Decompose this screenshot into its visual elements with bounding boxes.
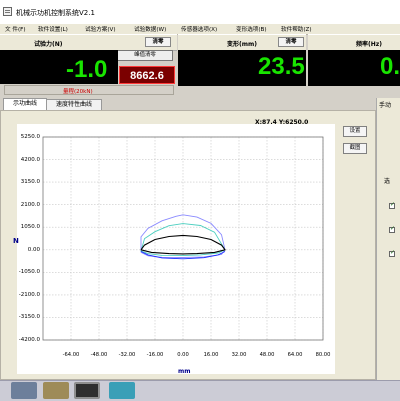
- channel-checkbox[interactable]: [389, 201, 395, 209]
- y-tick-label: 0.00: [27, 246, 40, 253]
- deform-clear-button[interactable]: 清零: [278, 37, 304, 47]
- menu-test-data[interactable]: 试验数据(W): [134, 25, 166, 33]
- tab-speed-curve[interactable]: 速度特性曲线: [46, 99, 102, 110]
- freq-value: 0.: [380, 53, 400, 80]
- force-value: -1.0: [66, 56, 108, 83]
- menu-file[interactable]: 文 件(F): [5, 25, 26, 33]
- x-tick-label: 16.00: [203, 352, 219, 358]
- taskbar-app-icon[interactable]: [74, 382, 100, 399]
- start-button[interactable]: [11, 382, 37, 399]
- deform-panel-header: 变形(mm) 清零: [178, 34, 306, 51]
- range-note-bar: 量程(20kN): [4, 85, 174, 95]
- range-note: 量程(20kN): [63, 89, 93, 95]
- menu-help[interactable]: 软件帮助(Z): [281, 25, 312, 33]
- x-tick-label: 32.00: [231, 352, 247, 358]
- indicator-chart: [42, 136, 324, 341]
- x-tick-label: -48.00: [90, 352, 108, 358]
- menu-software-settings[interactable]: 软件设置(L): [38, 25, 68, 33]
- y-axis-unit: N: [13, 237, 19, 245]
- window-title: 机械示功机控制系统V2.1: [16, 9, 95, 17]
- y-tick-label: 4200.0: [20, 156, 40, 163]
- x-tick-label: 48.00: [259, 352, 275, 358]
- x-axis-unit: mm: [178, 368, 191, 375]
- deform-label: 变形(mm): [227, 41, 257, 48]
- y-tick-label: 1050.0: [20, 224, 40, 231]
- right-panel: [376, 98, 400, 380]
- taskbar-network-icon[interactable]: [109, 382, 135, 399]
- chart-tabs: 示功曲线 速度特性曲线: [0, 98, 360, 110]
- taskbar-folder-icon[interactable]: [43, 382, 69, 399]
- x-tick-label: 64.00: [287, 352, 303, 358]
- y-tick-label: -3150.0: [18, 314, 40, 321]
- freq-panel-header: 频率(Hz): [308, 34, 400, 51]
- settings-button[interactable]: 设置: [343, 126, 367, 137]
- y-tick-label: 3150.0: [20, 179, 40, 186]
- coordinate-readout: X:87.4 Y:6250.0: [255, 119, 309, 126]
- right-panel-header: 选: [384, 178, 391, 185]
- x-tick-label: -64.00: [62, 352, 80, 358]
- y-tick-label: 5250.0: [20, 134, 40, 140]
- x-tick-label: -16.00: [146, 352, 164, 358]
- freq-label: 频率(Hz): [356, 41, 382, 48]
- x-tick-label: 0.00: [177, 352, 189, 358]
- force-clear-button[interactable]: 清零: [145, 37, 171, 47]
- force-panel-header: 试验力(N) 清零: [0, 34, 177, 51]
- y-tick-label: -1050.0: [18, 269, 40, 276]
- menu-sensor-options[interactable]: 传感器选项(X): [181, 25, 217, 33]
- y-tick-label: -4200.0: [18, 337, 40, 343]
- x-tick-label: 80.00: [315, 352, 331, 358]
- tab-indicator-curve[interactable]: 示功曲线: [3, 98, 47, 110]
- peak-value: 8662.6: [119, 66, 175, 84]
- y-tick-label: -2100.0: [18, 291, 40, 298]
- menu-deformation-options[interactable]: 变形选项(B): [236, 25, 267, 33]
- menu-test-plan[interactable]: 试验方案(V): [85, 25, 116, 33]
- deform-value: 23.5: [258, 53, 305, 80]
- app-icon: [3, 7, 12, 16]
- screenshot-button[interactable]: 截图: [343, 143, 367, 154]
- right-panel-tab[interactable]: 手动: [379, 100, 391, 109]
- y-tick-label: 2100.0: [20, 201, 40, 208]
- force-label: 试验力(N): [34, 41, 63, 48]
- window-titlebar: 机械示功机控制系统V2.1: [0, 0, 400, 24]
- peak-clear-button[interactable]: 峰值清零: [117, 50, 173, 61]
- channel-checkbox[interactable]: [389, 249, 395, 257]
- x-tick-label: -32.00: [118, 352, 136, 358]
- channel-checkbox[interactable]: [389, 225, 395, 233]
